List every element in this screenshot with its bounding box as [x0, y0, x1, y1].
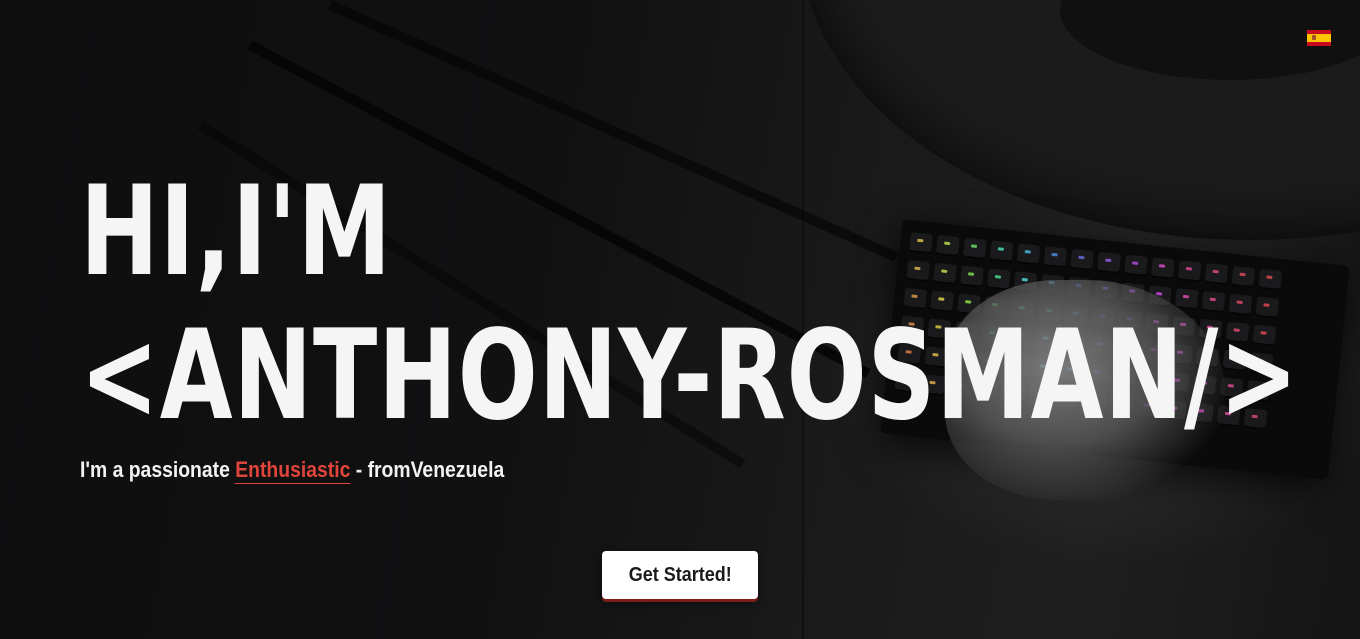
subtitle-prefix: I'm a passionate — [80, 457, 236, 482]
language-switch-spain-flag-icon[interactable] — [1307, 30, 1331, 46]
get-started-label: Get Started! — [628, 563, 732, 586]
hero-title: HI,I'M <ANTHONY-ROSMAN/> — [80, 160, 1299, 448]
hero-section: HI,I'M <ANTHONY-ROSMAN/> I'm a passionat… — [0, 0, 1360, 639]
hero-title-line-2: <ANTHONY-ROSMAN/> — [80, 304, 1299, 448]
hero-subtitle: I'm a passionate Enthusiastic - fromVene… — [80, 455, 504, 485]
subtitle-suffix: - fromVenezuela — [350, 457, 505, 482]
typed-highlight-word: Enthusiastic — [235, 457, 351, 484]
hero-title-line-1: HI,I'M — [80, 160, 392, 304]
get-started-button[interactable]: Get Started! — [602, 551, 758, 599]
flag-crest — [1312, 35, 1316, 40]
